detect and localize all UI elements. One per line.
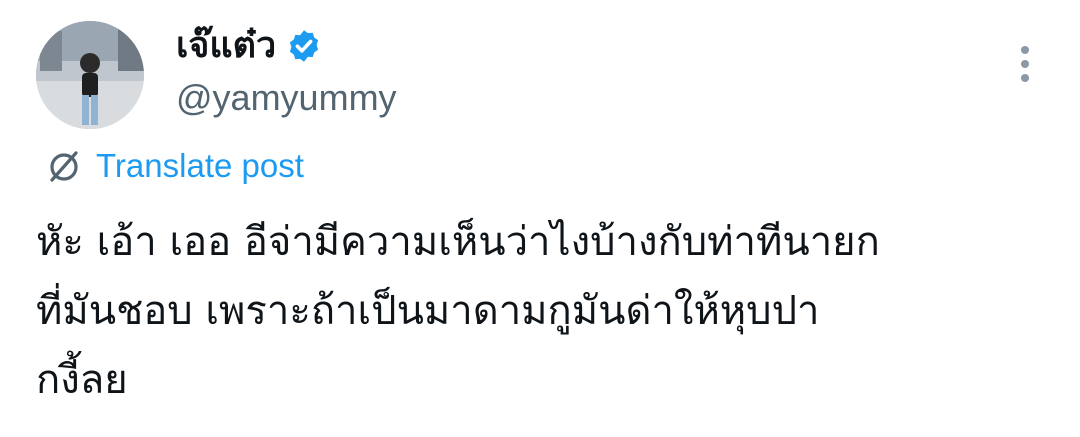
translate-post-link[interactable]: Translate post [44, 144, 304, 188]
more-options-button[interactable] [1010, 42, 1040, 86]
author-display-name[interactable]: เจ๊แต๋ว [176, 22, 276, 70]
author-avatar[interactable] [36, 21, 144, 129]
translate-globe-icon [50, 151, 78, 182]
verified-badge-icon[interactable] [286, 28, 322, 64]
avatar-photo [36, 21, 144, 129]
more-vertical-icon [1021, 46, 1029, 54]
author-name-row: เจ๊แต๋ว [176, 22, 322, 70]
tweet-text: หัะ เอ้า เออ อีจ่ามีความเห็นว่าไงบ้างกับ… [36, 219, 880, 403]
translate-label: Translate post [96, 147, 304, 184]
author-handle[interactable]: @yamyummy [176, 74, 397, 122]
